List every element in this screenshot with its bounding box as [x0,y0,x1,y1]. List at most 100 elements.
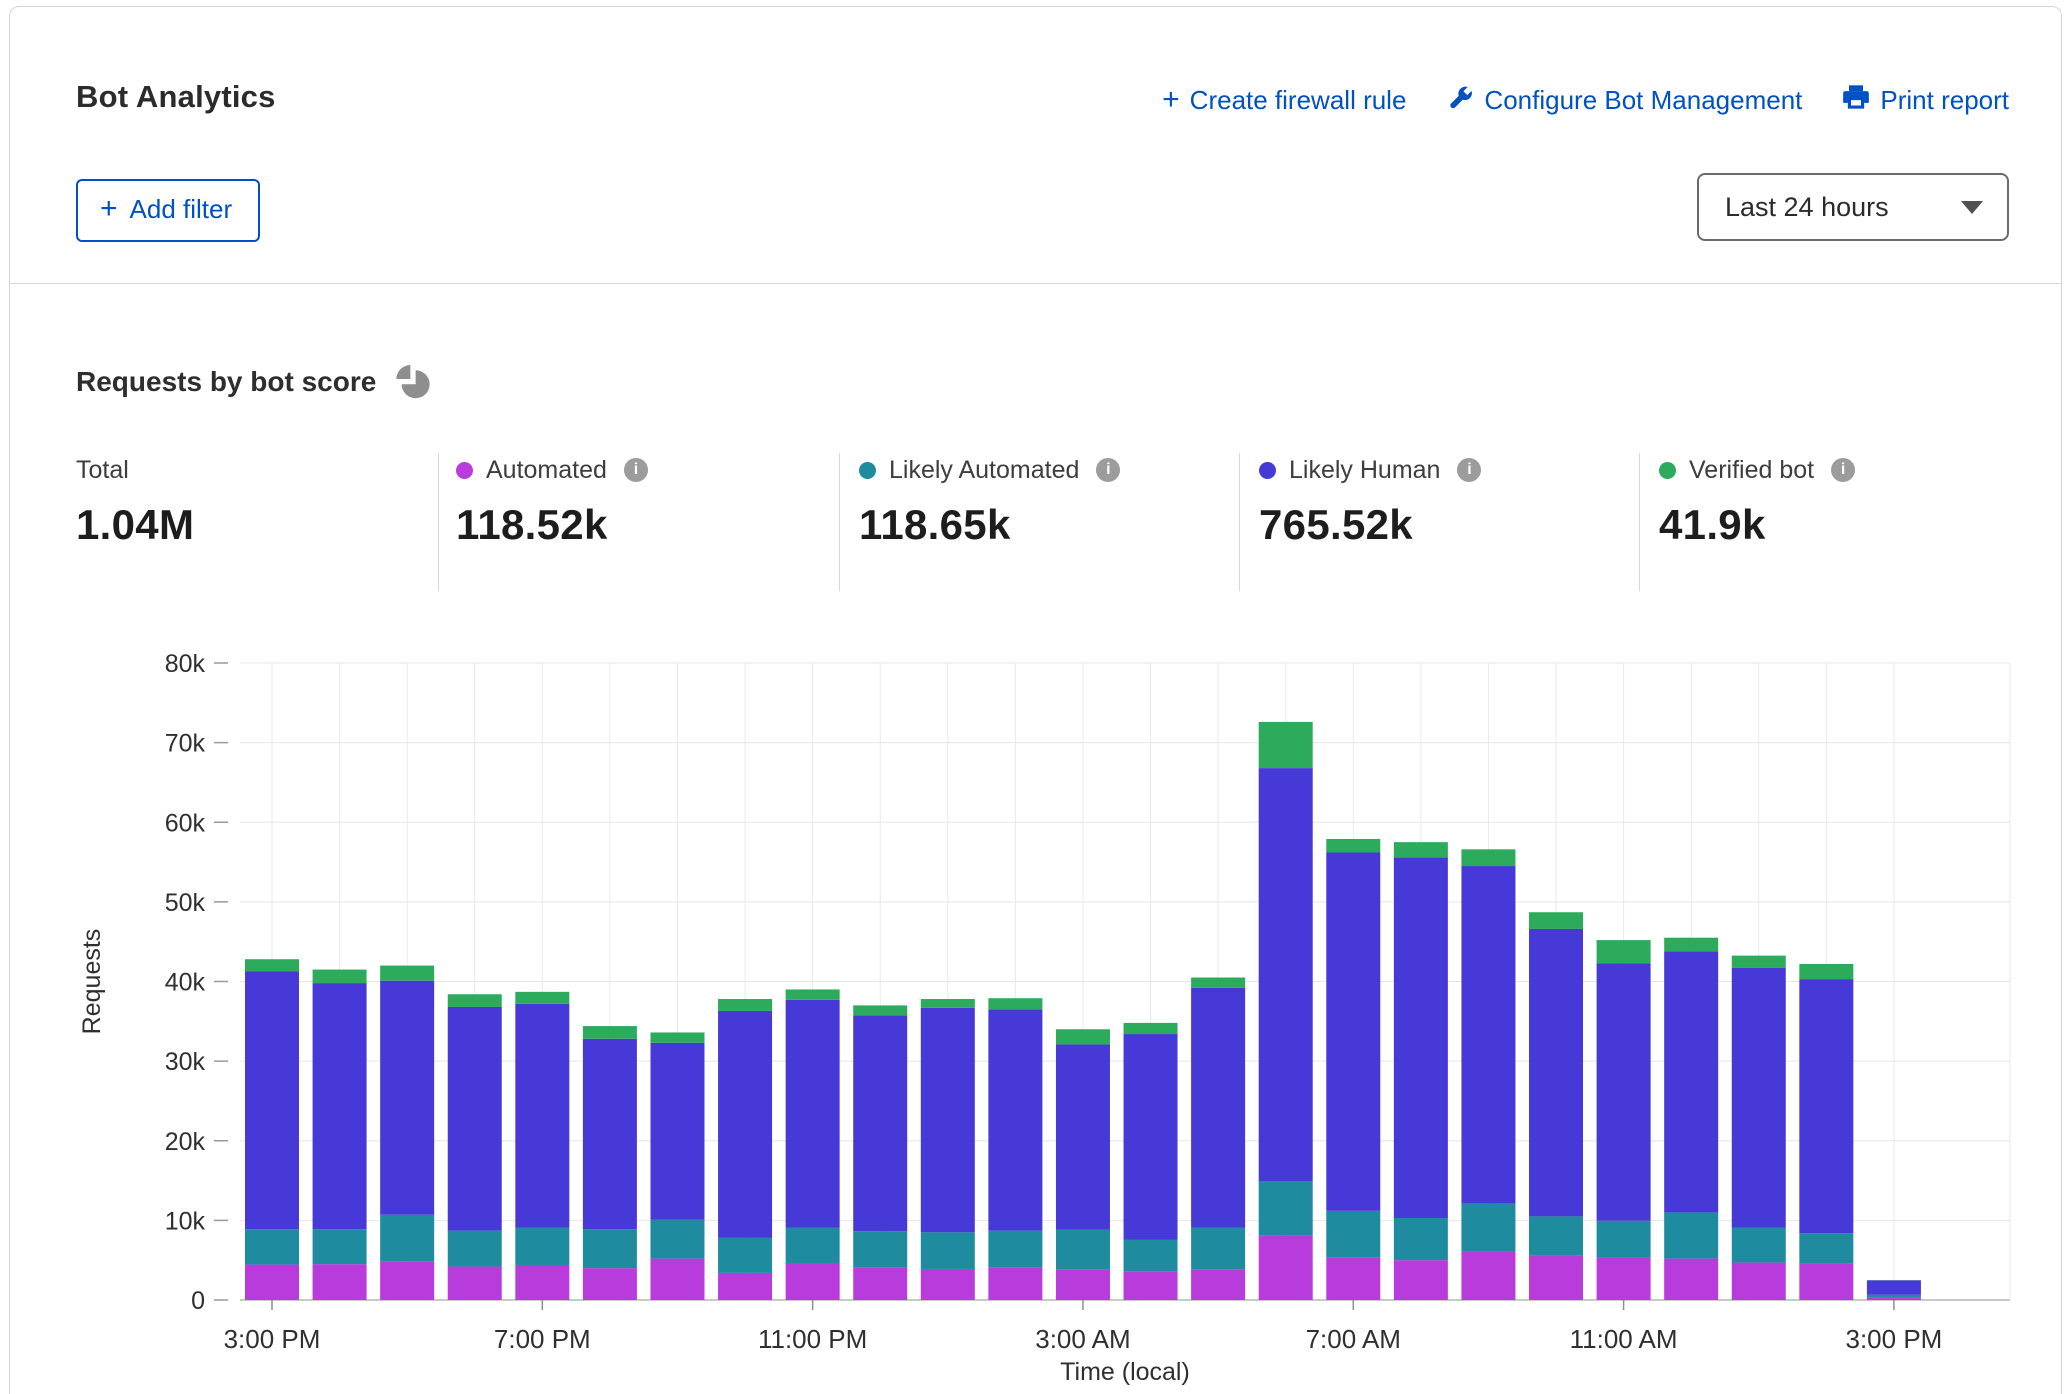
bar-segment[interactable] [1326,853,1380,1211]
bar-segment[interactable] [448,1007,502,1231]
bar-segment[interactable] [1461,866,1515,1204]
bar-segment[interactable] [1259,768,1313,1181]
bar-segment[interactable] [1867,1280,1921,1294]
bar-segment[interactable] [313,970,367,984]
bar-segment[interactable] [1124,1271,1178,1300]
bar-segment[interactable] [1799,964,1853,979]
info-icon[interactable]: i [1457,458,1481,482]
bar-segment[interactable] [1259,1181,1313,1235]
bar-segment[interactable] [650,1220,704,1259]
bar-segment[interactable] [718,999,772,1011]
bar-segment[interactable] [988,1267,1042,1300]
bar-segment[interactable] [1394,1260,1448,1300]
bar-segment[interactable] [1732,1263,1786,1300]
bar-segment[interactable] [313,1264,367,1300]
bar-segment[interactable] [380,981,434,1215]
bar-segment[interactable] [448,1267,502,1300]
bar-segment[interactable] [583,1229,637,1268]
bar-segment[interactable] [1326,839,1380,853]
bar-segment[interactable] [1056,1029,1110,1044]
bar-segment[interactable] [921,1232,975,1269]
bar-segment[interactable] [988,1009,1042,1230]
bar-segment[interactable] [448,994,502,1007]
bar-segment[interactable] [1597,1221,1651,1258]
bar-segment[interactable] [1394,1218,1448,1260]
bar-segment[interactable] [1461,1251,1515,1300]
bar-segment[interactable] [515,1004,569,1228]
bar-segment[interactable] [1799,1263,1853,1300]
create-firewall-rule-link[interactable]: + Create firewall rule [1162,85,1406,116]
bar-segment[interactable] [380,1215,434,1262]
bar-segment[interactable] [853,1267,907,1300]
bar-segment[interactable] [1124,1239,1178,1271]
bar-segment[interactable] [1191,1228,1245,1270]
bar-segment[interactable] [1394,842,1448,857]
info-icon[interactable]: i [624,458,648,482]
bar-segment[interactable] [245,971,299,1229]
bar-segment[interactable] [1732,1228,1786,1263]
info-icon[interactable]: i [1096,458,1120,482]
bar-segment[interactable] [1732,956,1786,968]
bar-segment[interactable] [921,1269,975,1300]
bar-segment[interactable] [988,998,1042,1009]
bar-segment[interactable] [1664,1259,1718,1300]
bar-segment[interactable] [1597,1257,1651,1300]
bar-segment[interactable] [1664,951,1718,1212]
bar-segment[interactable] [1191,1270,1245,1300]
bar-segment[interactable] [1394,857,1448,1218]
bar-segment[interactable] [786,1000,840,1228]
bar-segment[interactable] [1124,1023,1178,1034]
bar-segment[interactable] [1732,968,1786,1228]
bar-segment[interactable] [313,1229,367,1264]
bar-segment[interactable] [1461,849,1515,866]
bar-segment[interactable] [515,992,569,1004]
bar-segment[interactable] [786,1263,840,1300]
bar-segment[interactable] [1056,1230,1110,1270]
bar-segment[interactable] [853,1231,907,1267]
bar-segment[interactable] [1529,1216,1583,1255]
bar-segment[interactable] [515,1265,569,1300]
bar-segment[interactable] [1867,1298,1921,1300]
bar-segment[interactable] [1529,912,1583,929]
bar-segment[interactable] [313,983,367,1229]
bar-segment[interactable] [1799,1233,1853,1263]
bar-segment[interactable] [245,1265,299,1300]
bar-segment[interactable] [718,1238,772,1273]
bar-segment[interactable] [515,1228,569,1265]
add-filter-button[interactable]: + Add filter [76,179,260,242]
bar-segment[interactable] [1597,963,1651,1221]
bar-segment[interactable] [1597,940,1651,963]
bar-segment[interactable] [583,1268,637,1300]
bar-segment[interactable] [1461,1204,1515,1252]
bar-segment[interactable] [380,1262,434,1300]
bar-segment[interactable] [245,959,299,971]
bar-segment[interactable] [786,989,840,999]
bar-segment[interactable] [583,1026,637,1039]
bar-segment[interactable] [1259,1235,1313,1300]
bar-segment[interactable] [988,1231,1042,1268]
bar-segment[interactable] [1799,979,1853,1233]
bar-segment[interactable] [1326,1258,1380,1300]
bar-segment[interactable] [1259,722,1313,768]
bar-segment[interactable] [718,1011,772,1238]
bar-segment[interactable] [1664,938,1718,952]
bar-segment[interactable] [1191,988,1245,1228]
bar-segment[interactable] [921,999,975,1008]
bar-segment[interactable] [786,1228,840,1263]
bar-segment[interactable] [853,1005,907,1015]
bar-segment[interactable] [1529,1256,1583,1300]
bar-segment[interactable] [921,1008,975,1233]
bar-segment[interactable] [853,1015,907,1231]
bar-segment[interactable] [1529,929,1583,1216]
bar-segment[interactable] [1056,1270,1110,1300]
bar-segment[interactable] [1326,1211,1380,1258]
bar-segment[interactable] [650,1043,704,1220]
bar-segment[interactable] [1124,1034,1178,1239]
bar-segment[interactable] [650,1259,704,1300]
bar-segment[interactable] [1867,1295,1921,1298]
bar-segment[interactable] [245,1229,299,1264]
bar-segment[interactable] [1191,978,1245,988]
print-report-link[interactable]: Print report [1842,83,2009,118]
bar-segment[interactable] [583,1039,637,1229]
info-icon[interactable]: i [1831,458,1855,482]
